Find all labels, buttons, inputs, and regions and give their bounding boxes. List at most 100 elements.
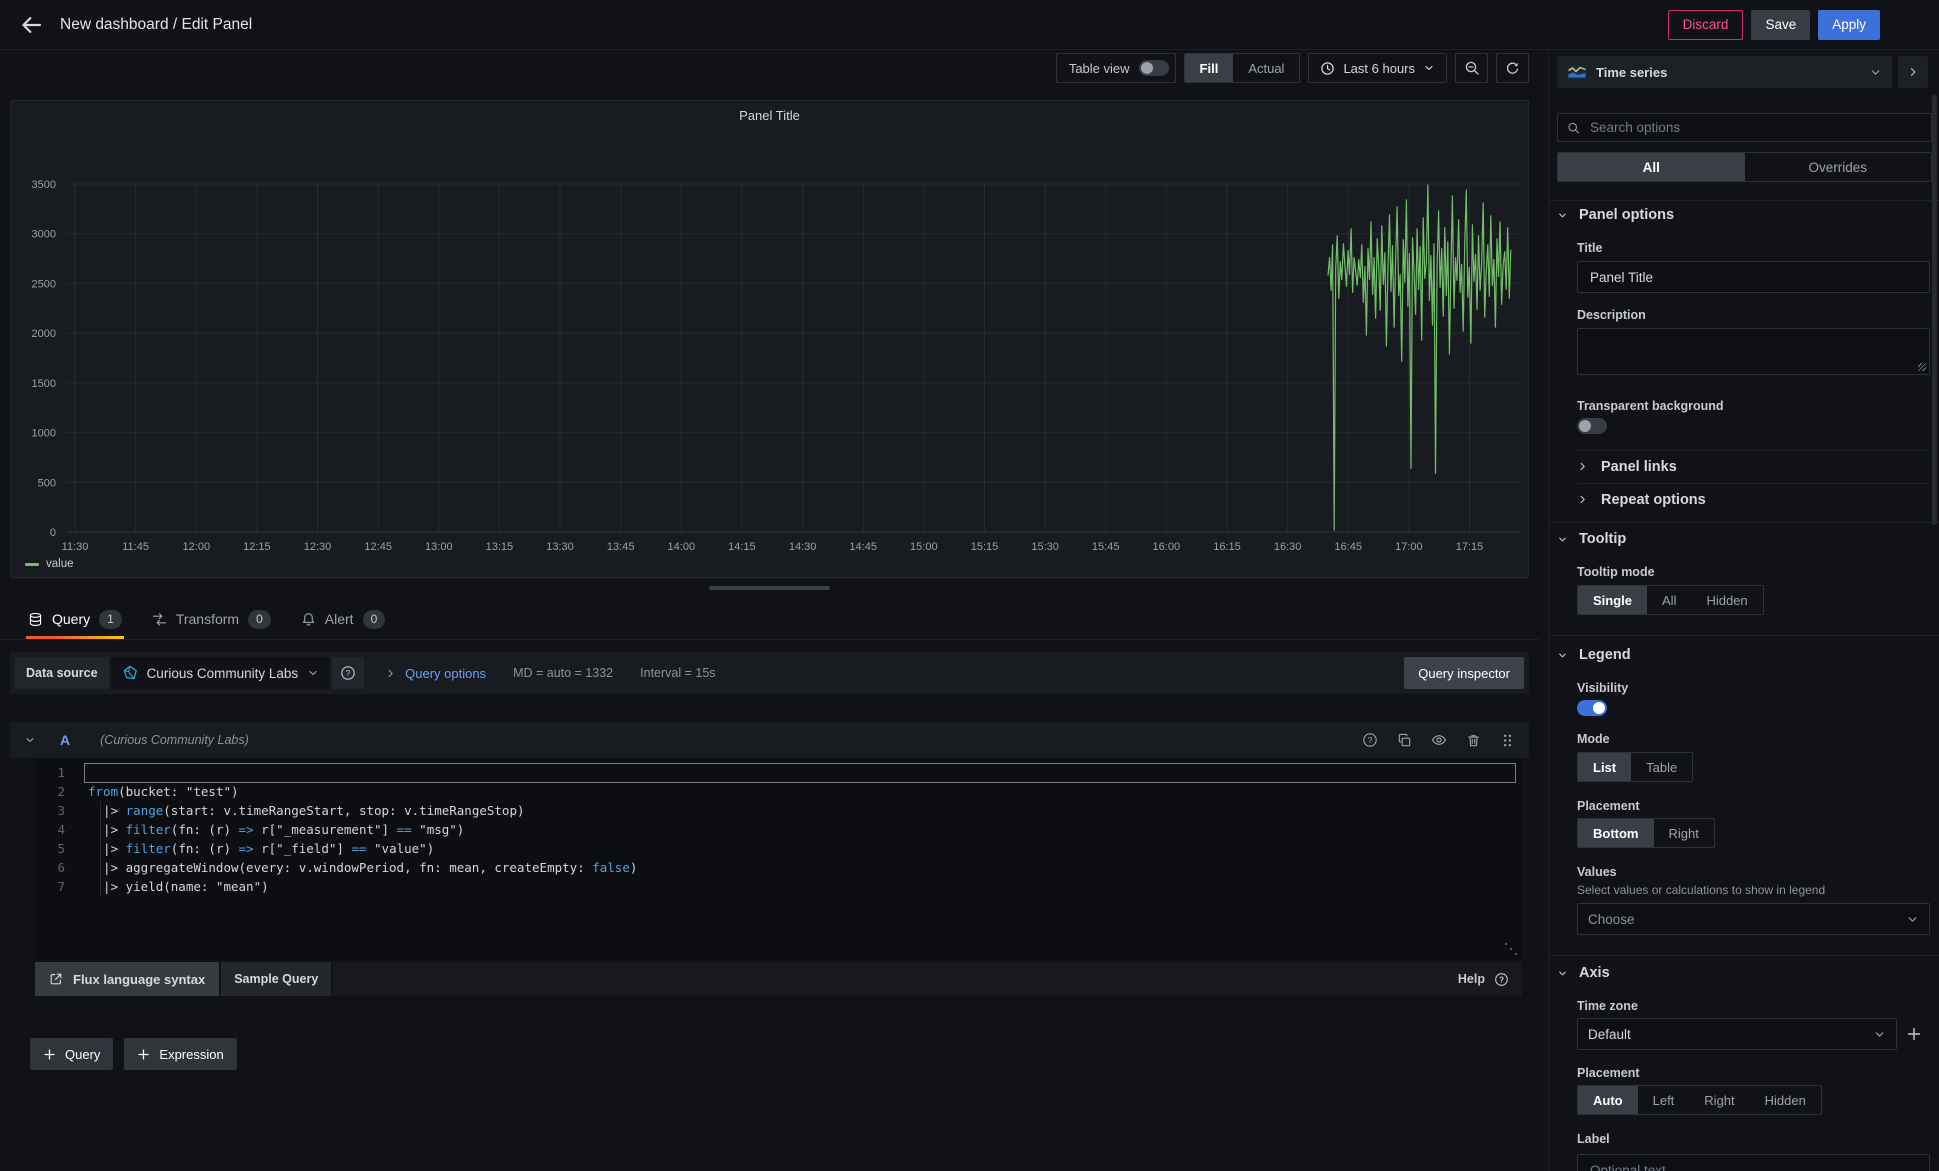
svg-text:11:30: 11:30 bbox=[62, 541, 89, 553]
svg-text:14:00: 14:00 bbox=[668, 541, 696, 553]
apply-button[interactable]: Apply bbox=[1818, 10, 1880, 40]
legend-placement-segment-option-right[interactable]: Right bbox=[1654, 819, 1714, 847]
legend-mode-segment-option-table[interactable]: Table bbox=[1631, 753, 1692, 781]
axis-label-input[interactable] bbox=[1588, 1162, 1919, 1171]
line-text: |> filter(fn: (r) => r["_measurement"] =… bbox=[88, 820, 464, 839]
time-range-label: Last 6 hours bbox=[1343, 61, 1415, 76]
code-line-6[interactable]: 6 |> aggregateWindow(every: v.windowPeri… bbox=[35, 858, 1522, 877]
query-inspector-button[interactable]: Query inspector bbox=[1404, 657, 1524, 689]
section-axis[interactable]: Axis bbox=[1557, 965, 1610, 981]
query-options-chevron-icon[interactable] bbox=[385, 668, 396, 679]
add-timezone-button[interactable] bbox=[1906, 1026, 1922, 1042]
transparent-bg-toggle[interactable] bbox=[1577, 418, 1607, 434]
svg-text:16:30: 16:30 bbox=[1274, 541, 1302, 553]
svg-text:16:15: 16:15 bbox=[1213, 541, 1241, 553]
code-line-3[interactable]: 3 |> range(start: v.timeRangeStart, stop… bbox=[35, 801, 1522, 820]
section-tooltip[interactable]: Tooltip bbox=[1557, 531, 1626, 547]
query-ref-id[interactable]: A bbox=[60, 732, 70, 748]
visualization-picker[interactable]: Time series bbox=[1557, 56, 1892, 88]
legend-mode-segment-option-list[interactable]: List bbox=[1578, 753, 1631, 781]
svg-text:?: ? bbox=[1368, 735, 1373, 745]
series-value-line bbox=[1328, 185, 1511, 530]
nav-actions: Discard Save Apply bbox=[1668, 10, 1880, 40]
axis-placement-segment-option-hidden[interactable]: Hidden bbox=[1750, 1086, 1821, 1114]
help-circle-icon[interactable]: ? bbox=[1494, 972, 1509, 987]
refresh-button[interactable] bbox=[1496, 53, 1529, 83]
legend-placement-segment-option-bottom[interactable]: Bottom bbox=[1578, 819, 1654, 847]
tooltip-mode-segment-option-all[interactable]: All bbox=[1647, 586, 1691, 614]
code-line-5[interactable]: 5 |> filter(fn: (r) => r["_field"] == "v… bbox=[35, 839, 1522, 858]
chevron-down-icon bbox=[307, 667, 319, 679]
section-panel-options[interactable]: Panel options bbox=[1557, 207, 1674, 223]
legend-swatch bbox=[25, 563, 39, 566]
time-range-picker[interactable]: Last 6 hours bbox=[1308, 53, 1447, 83]
fill-actual-segment-option-fill[interactable]: Fill bbox=[1185, 54, 1234, 82]
tab-query[interactable]: Query 1 bbox=[28, 599, 122, 639]
options-search[interactable] bbox=[1557, 113, 1932, 142]
code-line-1[interactable]: 1 bbox=[35, 763, 1522, 782]
line-text: from(bucket: "test") bbox=[88, 782, 239, 801]
panel-title[interactable]: Panel Title bbox=[11, 108, 1528, 123]
legend-series-label[interactable]: value bbox=[46, 558, 74, 570]
query-collapse-chevron-icon[interactable] bbox=[24, 734, 36, 746]
code-line-4[interactable]: 4 |> filter(fn: (r) => r["_measurement"]… bbox=[35, 820, 1522, 839]
line-number: 3 bbox=[35, 801, 65, 820]
tab-alert[interactable]: Alert 0 bbox=[301, 599, 385, 639]
legend-placement-label: Placement bbox=[1577, 799, 1640, 813]
refresh-icon bbox=[1505, 61, 1520, 76]
drag-handle-icon[interactable] bbox=[1500, 733, 1515, 748]
svg-text:15:15: 15:15 bbox=[971, 541, 999, 553]
tooltip-mode-segment-option-single[interactable]: Single bbox=[1578, 586, 1647, 614]
fill-actual-segment-option-actual[interactable]: Actual bbox=[1233, 54, 1299, 82]
collapse-options-button[interactable] bbox=[1898, 56, 1928, 88]
tab-transform[interactable]: Transform 0 bbox=[152, 599, 271, 639]
sample-query-button[interactable]: Sample Query bbox=[221, 962, 331, 996]
flux-code-editor[interactable]: 12from(bucket: "test")3 |> range(start: … bbox=[35, 758, 1522, 960]
panel-links-row[interactable]: Panel links bbox=[1577, 450, 1930, 483]
legend-values-select[interactable]: Choose bbox=[1577, 903, 1930, 935]
options-filter-tabs: All Overrides bbox=[1557, 152, 1932, 182]
axis-placement-segment-option-auto[interactable]: Auto bbox=[1578, 1086, 1638, 1114]
axis-placement-segment-option-left[interactable]: Left bbox=[1638, 1086, 1690, 1114]
datasource-help-button[interactable]: ? bbox=[332, 657, 364, 689]
svg-text:?: ? bbox=[346, 668, 351, 678]
svg-text:0: 0 bbox=[50, 527, 56, 539]
add-query-button[interactable]: Query bbox=[30, 1038, 113, 1070]
code-line-7[interactable]: 7 |> yield(name: "mean") bbox=[35, 877, 1522, 896]
table-view-label: Table view bbox=[1069, 61, 1130, 76]
discard-button[interactable]: Discard bbox=[1668, 10, 1744, 40]
add-expression-button[interactable]: Expression bbox=[124, 1038, 236, 1070]
editor-resize-handle-icon[interactable] bbox=[1510, 948, 1512, 950]
tooltip-mode-segment-option-hidden[interactable]: Hidden bbox=[1691, 586, 1762, 614]
sidebar-scrollbar[interactable] bbox=[1932, 95, 1937, 525]
panel-title-input[interactable] bbox=[1588, 269, 1919, 286]
duplicate-query-icon[interactable] bbox=[1397, 733, 1412, 748]
options-search-input[interactable] bbox=[1588, 119, 1922, 136]
axis-placement-segment-option-right[interactable]: Right bbox=[1689, 1086, 1749, 1114]
panel-resize-handle[interactable] bbox=[709, 586, 830, 590]
query-options-link[interactable]: Query options bbox=[405, 666, 486, 681]
zoom-out-button[interactable] bbox=[1455, 53, 1488, 83]
svg-text:11:45: 11:45 bbox=[122, 541, 149, 553]
legend-mode-label: Mode bbox=[1577, 732, 1610, 746]
axis-placement-label: Placement bbox=[1577, 1066, 1640, 1080]
back-arrow-icon[interactable] bbox=[20, 14, 42, 36]
section-legend[interactable]: Legend bbox=[1557, 647, 1631, 663]
flux-syntax-button[interactable]: Flux language syntax bbox=[35, 962, 219, 996]
legend-visibility-label: Visibility bbox=[1577, 681, 1628, 695]
help-label[interactable]: Help bbox=[1458, 972, 1485, 986]
query-help-icon[interactable]: ? bbox=[1362, 732, 1378, 748]
code-line-2[interactable]: 2from(bucket: "test") bbox=[35, 782, 1522, 801]
axis-timezone-select[interactable]: Default bbox=[1577, 1018, 1897, 1050]
svg-text:14:15: 14:15 bbox=[728, 541, 756, 553]
delete-query-icon[interactable] bbox=[1466, 733, 1481, 748]
repeat-options-row[interactable]: Repeat options bbox=[1577, 483, 1930, 516]
legend-visibility-toggle[interactable] bbox=[1577, 700, 1607, 716]
description-textarea[interactable] bbox=[1577, 328, 1930, 375]
datasource-picker[interactable]: Curious Community Labs bbox=[111, 657, 331, 689]
save-button[interactable]: Save bbox=[1751, 10, 1810, 40]
filter-tab-overrides[interactable]: Overrides bbox=[1745, 153, 1932, 181]
table-view-toggle[interactable] bbox=[1139, 60, 1169, 76]
hide-query-icon[interactable] bbox=[1431, 732, 1447, 748]
filter-tab-all[interactable]: All bbox=[1558, 153, 1745, 181]
